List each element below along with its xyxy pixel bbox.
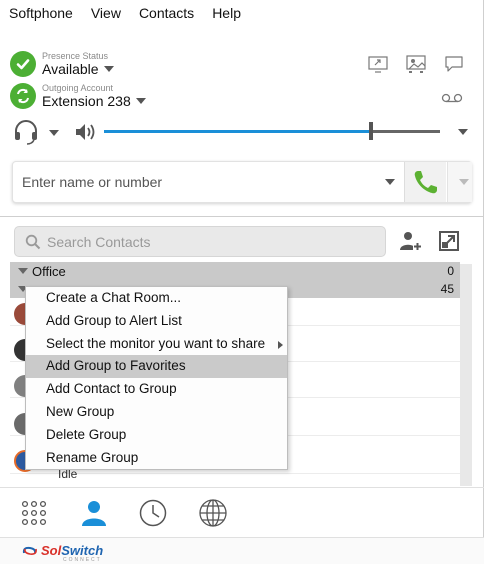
footer: SolSwitch CONNECT <box>0 537 484 564</box>
history-tab[interactable] <box>138 498 168 528</box>
call-switch-icon <box>10 83 36 109</box>
voicemail-icon[interactable] <box>441 92 463 104</box>
chat-bubble-icon[interactable] <box>443 54 465 74</box>
chevron-down-icon[interactable] <box>385 179 395 185</box>
dialpad-icon <box>21 500 47 526</box>
menu-item-select-monitor[interactable]: Select the monitor you want to share <box>26 333 287 356</box>
volume-slider-fill[interactable] <box>104 130 370 133</box>
brand-logo: SolSwitch <box>22 543 103 558</box>
softphone-window: Softphone View Contacts Help Presence St… <box>0 0 484 564</box>
menu-view[interactable]: View <box>91 5 121 21</box>
dial-box <box>12 161 472 203</box>
menu-item-add-group-alert-list[interactable]: Add Group to Alert List <box>26 310 287 333</box>
logo-subtext: CONNECT <box>63 557 102 563</box>
menu-item-add-contact-to-group[interactable]: Add Contact to Group <box>26 378 287 401</box>
history-icon <box>139 499 167 527</box>
section-divider <box>0 216 484 217</box>
presence-selector[interactable]: Presence Status Available <box>10 51 114 77</box>
menu-item-add-group-favorites[interactable]: Add Group to Favorites <box>26 355 287 379</box>
chevron-right-icon <box>278 340 283 349</box>
bottom-nav <box>0 487 484 537</box>
menu-bar: Softphone View Contacts Help <box>0 0 483 21</box>
audio-controls <box>12 118 472 146</box>
phone-icon <box>414 171 437 194</box>
add-contact-icon[interactable] <box>399 229 423 253</box>
search-icon <box>25 234 41 249</box>
group-office[interactable]: Office 0 <box>10 262 460 280</box>
dialpad-button[interactable] <box>19 498 49 528</box>
popout-icon[interactable] <box>437 229 461 253</box>
search-input[interactable] <box>47 233 367 250</box>
globe-icon <box>199 499 227 527</box>
check-icon <box>10 51 36 77</box>
presence-label: Presence Status <box>42 51 109 61</box>
web-tab[interactable] <box>198 498 228 528</box>
search-box <box>14 226 386 257</box>
menu-contacts[interactable]: Contacts <box>139 5 194 21</box>
menu-item-create-chat-room[interactable]: Create a Chat Room... <box>26 287 287 310</box>
group-name: Office <box>32 263 66 279</box>
chevron-down-icon <box>103 66 114 72</box>
screen-share-icon[interactable] <box>367 54 389 74</box>
call-options-button[interactable] <box>447 162 472 202</box>
logo-swirl-icon <box>22 546 37 555</box>
menu-item-delete-group[interactable]: Delete Group <box>26 424 287 447</box>
group-context-menu: Create a Chat Room... Add Group to Alert… <box>25 286 288 470</box>
chevron-down-icon[interactable] <box>458 129 468 135</box>
account-label: Outgoing Account <box>42 83 114 93</box>
logo-text-sol: Sol <box>41 543 62 558</box>
dial-input[interactable] <box>22 162 372 202</box>
call-button[interactable] <box>404 162 446 202</box>
group-count: 45 <box>440 282 454 296</box>
account-value: Extension 238 <box>42 93 131 109</box>
volume-slider-track[interactable] <box>372 130 440 133</box>
menu-softphone[interactable]: Softphone <box>9 5 73 21</box>
contacts-scrollbar[interactable] <box>460 264 472 486</box>
menu-item-label: Select the monitor you want to share <box>46 335 266 351</box>
speaker-icon[interactable] <box>74 121 98 143</box>
logo-text-switch: Switch <box>61 543 104 558</box>
contacts-icon <box>82 501 106 526</box>
chevron-down-icon[interactable] <box>49 130 59 136</box>
presence-value: Available <box>42 61 99 77</box>
menu-item-new-group[interactable]: New Group <box>26 401 287 424</box>
contacts-tab[interactable] <box>79 498 109 528</box>
account-selector[interactable]: Outgoing Account Extension 238 <box>10 83 146 109</box>
menu-item-rename-group[interactable]: Rename Group <box>26 447 287 470</box>
headset-icon[interactable] <box>12 118 40 146</box>
top-toolbar <box>367 54 465 74</box>
group-count: 0 <box>447 264 454 278</box>
volume-slider-thumb[interactable] <box>369 122 373 140</box>
expand-icon <box>18 268 28 274</box>
chevron-down-icon <box>459 179 469 185</box>
monitor-share-icon[interactable] <box>405 54 427 74</box>
menu-help[interactable]: Help <box>212 5 241 21</box>
chevron-down-icon <box>135 98 146 104</box>
